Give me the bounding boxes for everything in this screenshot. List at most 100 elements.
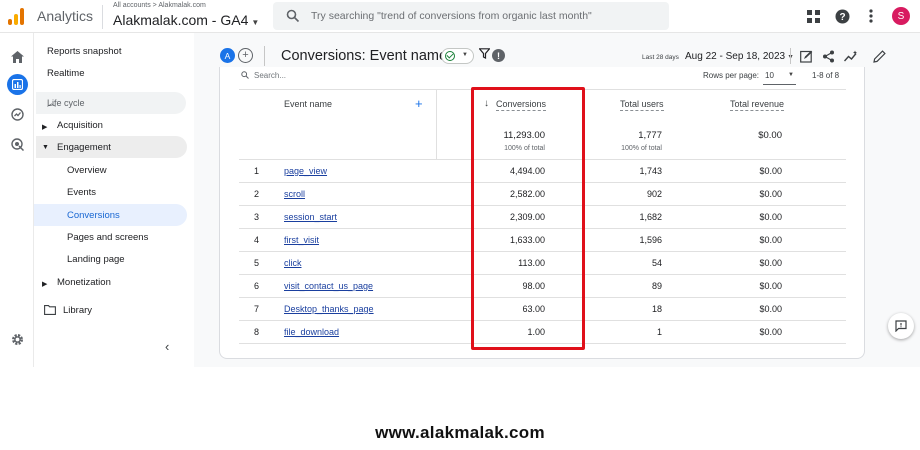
- total-revenue-value: $0.00: [759, 235, 782, 245]
- total-users-value: 1: [656, 327, 662, 337]
- total-users-value: 1,743: [639, 166, 662, 176]
- total-users-pct: 100% of total: [621, 145, 662, 152]
- total-revenue-value: $0.00: [759, 212, 782, 222]
- nav-reports-snapshot[interactable]: Reports snapshot: [47, 46, 121, 57]
- app-name: Analytics: [37, 8, 94, 24]
- nav-realtime[interactable]: Realtime: [47, 68, 85, 79]
- nav-library[interactable]: Library: [63, 305, 92, 316]
- report-status-pill[interactable]: ▼: [441, 48, 474, 64]
- apps-icon[interactable]: [805, 8, 821, 24]
- analytics-logo-icon[interactable]: [8, 7, 26, 25]
- nav-events[interactable]: Events: [67, 187, 96, 198]
- row-index: 5: [254, 258, 260, 268]
- explore-icon[interactable]: [9, 106, 26, 123]
- nav-acquisition[interactable]: Acquisition: [57, 120, 103, 131]
- row-index: 1: [254, 166, 260, 176]
- event-name-link[interactable]: file_download: [284, 327, 339, 337]
- chevron-up-icon: ︿: [47, 98, 57, 108]
- total-revenue-value: $0.00: [759, 258, 782, 268]
- property-name: Alakmalak.com - GA4: [113, 12, 249, 28]
- row-index: 7: [254, 304, 260, 314]
- edit-icon[interactable]: [873, 49, 886, 63]
- nav-life-cycle-header[interactable]: Life cycle ︿: [36, 92, 186, 114]
- account-breadcrumb[interactable]: All accounts > Alakmalak.com: [113, 2, 206, 9]
- event-name-link[interactable]: click: [284, 258, 302, 268]
- nav-landing-page[interactable]: Landing page: [67, 254, 125, 265]
- divider: [264, 46, 265, 66]
- table-search[interactable]: Search...: [241, 71, 286, 80]
- search-bar[interactable]: Try searching "trend of conversions from…: [273, 2, 669, 30]
- collapse-nav-icon[interactable]: ‹: [165, 339, 169, 354]
- event-name-link[interactable]: visit_contact_us_page: [284, 281, 373, 291]
- nav-monetization[interactable]: Monetization: [57, 277, 111, 288]
- help-icon[interactable]: ?: [834, 8, 850, 24]
- share-icon[interactable]: [822, 50, 835, 63]
- total-revenue: $0.00: [758, 130, 782, 141]
- report-actions: [790, 48, 886, 64]
- add-dimension-icon[interactable]: +: [415, 96, 423, 111]
- row-index: 8: [254, 327, 260, 337]
- reports-icon[interactable]: [7, 74, 28, 95]
- header-total-users[interactable]: Total users: [620, 99, 664, 111]
- total-users-value: 54: [651, 258, 662, 268]
- pagination-count: 1-8 of 8: [812, 71, 840, 80]
- row-index: 3: [254, 212, 260, 222]
- left-rail: [0, 33, 34, 367]
- column-divider: [436, 89, 437, 159]
- table-toolbar: Search... Rows per page: 10 ▼ 1-8 of 8: [220, 67, 864, 89]
- more-vert-icon[interactable]: [863, 8, 879, 24]
- rows-per-page-label: Rows per page:: [703, 71, 760, 80]
- nav-pages-and-screens[interactable]: Pages and screens: [67, 232, 148, 243]
- rows-per-page-select[interactable]: 10: [765, 71, 774, 80]
- total-users-value: 1,596: [639, 235, 662, 245]
- advertising-icon[interactable]: [9, 136, 26, 153]
- footer: www.alakmalak.com: [0, 367, 920, 450]
- total-revenue-value: $0.00: [759, 189, 782, 199]
- top-bar: Analytics All accounts > Alakmalak.com A…: [0, 0, 920, 33]
- top-actions: ? S: [805, 6, 910, 26]
- header-event-name[interactable]: Event name: [284, 99, 332, 109]
- info-icon[interactable]: !: [492, 49, 505, 62]
- nav-overview[interactable]: Overview: [67, 165, 107, 176]
- total-users-value: 89: [651, 281, 662, 291]
- date-range-label: Last 28 days: [642, 54, 679, 61]
- caret-down-icon: ▼: [462, 52, 468, 58]
- add-comparison-icon[interactable]: +: [238, 48, 253, 63]
- caret-down-icon: ▼: [251, 18, 260, 27]
- date-range-value: Aug 22 - Sep 18, 2023: [685, 51, 786, 62]
- date-range-picker[interactable]: Aug 22 - Sep 18, 2023▼: [685, 51, 794, 62]
- feedback-button[interactable]: [888, 313, 914, 339]
- nav-conversions[interactable]: Conversions: [67, 210, 120, 221]
- insights-icon[interactable]: [844, 50, 858, 63]
- website-caption: www.alakmalak.com: [375, 423, 545, 442]
- property-selector[interactable]: Alakmalak.com - GA4 ▼: [113, 12, 259, 28]
- folder-icon: [44, 305, 56, 315]
- search-placeholder: Try searching "trend of conversions from…: [311, 10, 592, 22]
- event-name-link[interactable]: session_start: [284, 212, 337, 222]
- row-index: 2: [254, 189, 260, 199]
- event-name-link[interactable]: page_view: [284, 166, 327, 176]
- total-revenue-value: $0.00: [759, 304, 782, 314]
- svg-text:?: ?: [839, 12, 845, 23]
- search-icon: [241, 71, 249, 79]
- settings-icon[interactable]: [9, 331, 26, 348]
- expand-down-icon: ▼: [42, 144, 49, 151]
- home-icon[interactable]: [9, 48, 26, 65]
- event-name-link[interactable]: first_visit: [284, 235, 319, 245]
- customize-report-icon[interactable]: [800, 50, 813, 63]
- event-name-link[interactable]: Desktop_thanks_page: [284, 304, 374, 314]
- nav-engagement[interactable]: Engagement: [57, 142, 111, 153]
- header-total-revenue[interactable]: Total revenue: [730, 99, 785, 111]
- app-root: Analytics All accounts > Alakmalak.com A…: [0, 0, 920, 450]
- expand-right-icon: ▶: [42, 124, 48, 131]
- search-icon: [286, 9, 300, 23]
- total-revenue-value: $0.00: [759, 327, 782, 337]
- expand-right-icon: ▶: [42, 281, 48, 288]
- table-search-placeholder: Search...: [254, 71, 287, 80]
- filter-icon[interactable]: [478, 48, 491, 62]
- total-revenue-value: $0.00: [759, 281, 782, 291]
- account-avatar[interactable]: S: [892, 7, 910, 25]
- report-title: Conversions: Event name: [281, 48, 448, 64]
- comparison-avatar[interactable]: A: [220, 48, 235, 63]
- event-name-link[interactable]: scroll: [284, 189, 305, 199]
